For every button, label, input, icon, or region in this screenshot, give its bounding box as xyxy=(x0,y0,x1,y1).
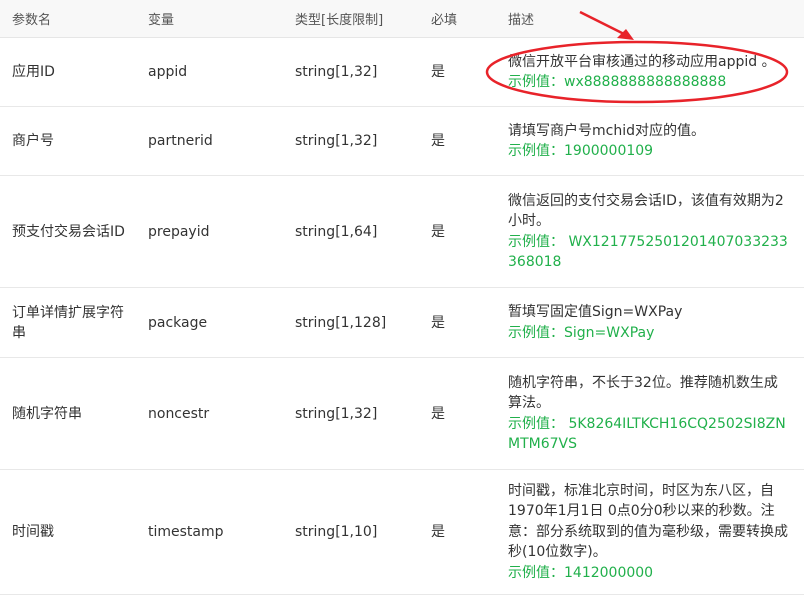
param-description: 随机字符串，不长于32位。推荐随机数生成算法。 xyxy=(508,374,778,412)
param-description-cell: 时间戳，标准北京时间，时区为东八区，自1970年1月1日 0点0分0秒以来的秒数… xyxy=(496,469,804,595)
param-description-cell: 微信开放平台审核通过的移动应用appid 。 示例值：wx88888888888… xyxy=(496,37,804,107)
header-required: 必填 xyxy=(419,0,496,38)
param-name: 应用ID xyxy=(0,37,136,107)
param-name: 随机字符串 xyxy=(0,357,136,470)
header-description: 描述 xyxy=(496,0,804,38)
param-description: 微信返回的支付交易会话ID，该值有效期为2小时。 xyxy=(508,192,784,230)
param-type: string[1,128] xyxy=(283,287,419,358)
param-name: 订单详情扩展字符串 xyxy=(0,287,136,358)
param-description-cell: 请填写商户号mchid对应的值。 示例值：1900000109 xyxy=(496,106,804,176)
param-type: string[1,10] xyxy=(283,469,419,595)
param-description: 时间戳，标准北京时间，时区为东八区，自1970年1月1日 0点0分0秒以来的秒数… xyxy=(508,482,788,561)
param-name: 预支付交易会话ID xyxy=(0,175,136,288)
param-variable: partnerid xyxy=(136,106,283,176)
table-row: 商户号 partnerid string[1,32] 是 请填写商户号mchid… xyxy=(0,106,804,176)
param-description-cell: 随机字符串，不长于32位。推荐随机数生成算法。 示例值： 5K8264ILTKC… xyxy=(496,357,804,470)
header-variable: 变量 xyxy=(136,0,283,38)
param-type: string[1,32] xyxy=(283,106,419,176)
param-type: string[1,64] xyxy=(283,175,419,288)
param-variable: prepayid xyxy=(136,175,283,288)
param-name: 商户号 xyxy=(0,106,136,176)
param-required: 是 xyxy=(419,37,496,107)
param-variable: appid xyxy=(136,37,283,107)
param-required: 是 xyxy=(419,175,496,288)
param-variable: noncestr xyxy=(136,357,283,470)
table-row: 订单详情扩展字符串 package string[1,128] 是 暂填写固定值… xyxy=(0,287,804,358)
param-description-cell: 暂填写固定值Sign=WXPay 示例值：Sign=WXPay xyxy=(496,287,804,358)
param-required: 是 xyxy=(419,106,496,176)
param-description: 微信开放平台审核通过的移动应用appid 。 xyxy=(508,53,776,70)
param-description: 请填写商户号mchid对应的值。 xyxy=(508,122,705,139)
table-row: 随机字符串 noncestr string[1,32] 是 随机字符串，不长于3… xyxy=(0,357,804,470)
param-description: 暂填写固定值Sign=WXPay xyxy=(508,304,683,320)
param-example: 示例值：wx8888888888888888 xyxy=(508,74,727,90)
param-example: 示例值： 5K8264ILTKCH16CQ2502SI8ZNMTM67VS xyxy=(508,415,786,453)
param-example: 示例值：1412000000 xyxy=(508,564,654,581)
param-required: 是 xyxy=(419,357,496,470)
table-row: 预支付交易会话ID prepayid string[1,64] 是 微信返回的支… xyxy=(0,175,804,288)
header-name: 参数名 xyxy=(0,0,136,38)
param-description-cell: 微信返回的支付交易会话ID，该值有效期为2小时。 示例值： WX12177525… xyxy=(496,175,804,288)
param-type: string[1,32] xyxy=(283,357,419,470)
table-row: 应用ID appid string[1,32] 是 微信开放平台审核通过的移动应… xyxy=(0,37,804,107)
table-header-row: 参数名 变量 类型[长度限制] 必填 描述 xyxy=(0,0,804,38)
param-name: 时间戳 xyxy=(0,469,136,595)
param-example: 示例值：1900000109 xyxy=(508,143,654,159)
table-row: 时间戳 timestamp string[1,10] 是 时间戳，标准北京时间，… xyxy=(0,469,804,595)
param-example: 示例值： WX1217752501201407033233368018 xyxy=(508,233,788,271)
parameter-table: 参数名 变量 类型[长度限制] 必填 描述 应用ID appid string[… xyxy=(0,0,804,595)
param-required: 是 xyxy=(419,287,496,358)
header-type: 类型[长度限制] xyxy=(283,0,419,38)
param-required: 是 xyxy=(419,469,496,595)
param-example: 示例值：Sign=WXPay xyxy=(508,324,655,341)
param-variable: package xyxy=(136,287,283,358)
param-type: string[1,32] xyxy=(283,37,419,107)
param-variable: timestamp xyxy=(136,469,283,595)
